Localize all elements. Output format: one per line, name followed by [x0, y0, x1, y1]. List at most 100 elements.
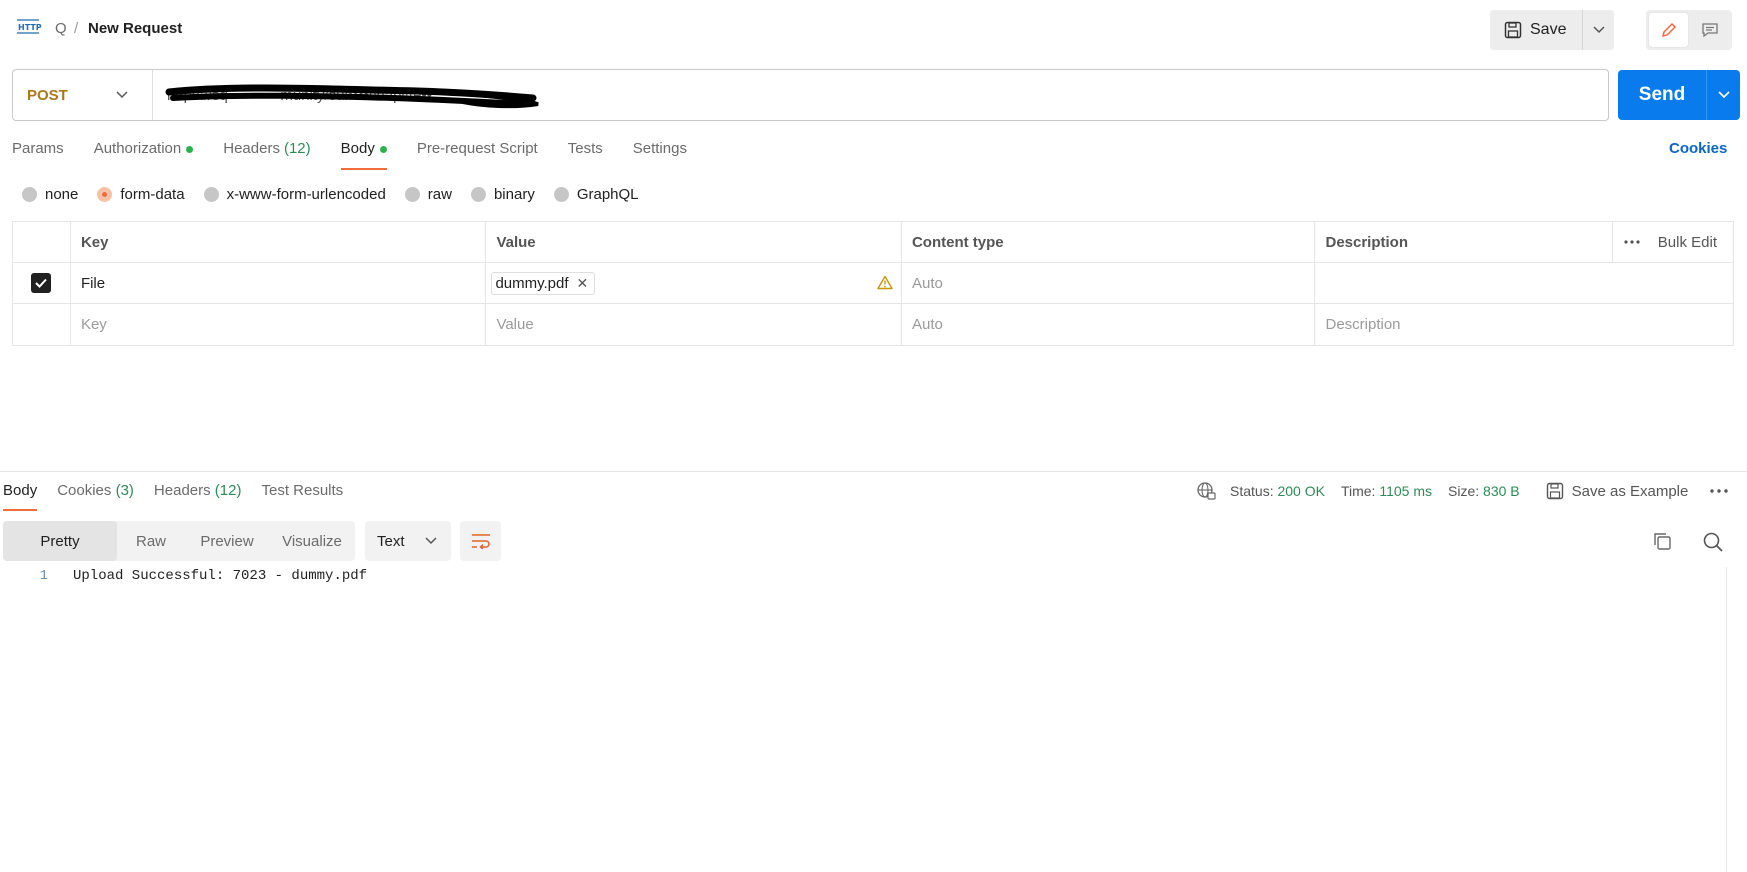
tab-label: Tests	[567, 140, 603, 157]
bulk-edit-button[interactable]: Bulk Edit	[1652, 234, 1733, 251]
key-field[interactable]: File	[71, 263, 487, 303]
cookies-link[interactable]: Cookies	[1669, 140, 1727, 157]
response-scrollbar[interactable]	[1726, 567, 1747, 872]
tab-count: (3)	[115, 482, 134, 499]
time-readout[interactable]: Time: 1105 ms	[1341, 483, 1432, 499]
chevron-down-icon	[1593, 26, 1605, 34]
row-checkbox[interactable]	[31, 273, 52, 293]
active-dot	[186, 146, 194, 153]
send-button-group: Send	[1618, 70, 1740, 120]
search-icon[interactable]	[1702, 531, 1724, 553]
description-field[interactable]	[1315, 263, 1733, 303]
format-label: Text	[377, 532, 405, 550]
view-tab-raw[interactable]: Raw	[117, 521, 185, 561]
comments-button[interactable]	[1690, 13, 1729, 47]
response-tab-headers[interactable]: Headers (12)	[154, 482, 242, 511]
globe-icon[interactable]	[1196, 481, 1216, 501]
content-type-field[interactable]: Auto	[902, 263, 1316, 303]
radio-form-data[interactable]: form-data	[97, 186, 185, 203]
send-button[interactable]: Send	[1618, 70, 1706, 120]
floppy-icon	[1546, 482, 1563, 500]
tab-body[interactable]: Body	[340, 140, 388, 170]
content-type-placeholder: Auto	[911, 316, 943, 333]
radio-button	[203, 187, 219, 202]
status-readout[interactable]: Status: 200 OK	[1230, 483, 1325, 499]
time-label: Time:	[1340, 483, 1376, 499]
table-header-row: Key Value Content type Description Bulk …	[13, 222, 1733, 263]
bulk-actions: Bulk Edit	[1611, 222, 1733, 262]
comment-icon	[1701, 23, 1718, 38]
status-value: 200 OK	[1277, 483, 1325, 499]
tab-authorization[interactable]: Authorization	[94, 140, 194, 170]
body-type-radios: none form-data x-www-form-urlencoded raw…	[22, 186, 658, 203]
value-field[interactable]: dummy.pdf ✕	[486, 263, 902, 303]
request-title[interactable]: New Request	[88, 20, 182, 37]
svg-text:HTTP: HTTP	[18, 23, 42, 32]
save-button-group: Save	[1490, 10, 1615, 50]
new-value-field[interactable]: Value	[486, 304, 902, 345]
view-tab-pretty[interactable]: Pretty	[3, 521, 117, 561]
edit-mode-button[interactable]	[1649, 13, 1688, 47]
tab-label: Test Results	[261, 482, 344, 499]
response-tabs: Body Cookies (3) Headers (12) Test Resul…	[3, 482, 363, 511]
response-tab-body[interactable]: Body	[3, 482, 38, 511]
tab-params[interactable]: Params	[12, 140, 64, 170]
remove-file-icon[interactable]: ✕	[577, 275, 589, 292]
tab-prerequest-script[interactable]: Pre-request Script	[417, 140, 538, 170]
file-name: dummy.pdf	[495, 274, 569, 292]
radio-button	[22, 187, 37, 202]
method-select[interactable]: POST	[13, 70, 153, 120]
tab-tests[interactable]: Tests	[568, 140, 603, 170]
new-content-type-field[interactable]: Auto	[902, 304, 1316, 345]
tab-label: Headers	[223, 140, 280, 157]
copy-icon[interactable]	[1652, 531, 1672, 551]
radio-raw[interactable]: raw	[404, 186, 452, 203]
save-button[interactable]: Save	[1490, 10, 1582, 50]
tab-label: Headers	[153, 482, 211, 499]
view-tab-preview[interactable]: Preview	[185, 521, 269, 561]
response-body-code[interactable]: 1 Upload Successful: 7023 - dummy.pdf	[0, 568, 367, 584]
response-divider[interactable]	[0, 471, 1747, 472]
save-example-label: Save as Example	[1571, 482, 1689, 500]
format-select[interactable]: Text	[365, 521, 451, 561]
wrap-lines-button[interactable]	[460, 521, 501, 561]
view-tab-visualize[interactable]: Visualize	[269, 521, 355, 561]
tab-count: (12)	[214, 482, 242, 499]
warning-icon[interactable]	[877, 275, 893, 290]
breadcrumb-workspace[interactable]: Q	[55, 20, 67, 37]
floppy-icon	[1504, 21, 1522, 39]
header-value: Value	[486, 222, 902, 262]
response-tab-cookies[interactable]: Cookies (3)	[57, 482, 134, 511]
radio-urlencoded[interactable]: x-www-form-urlencoded	[203, 186, 386, 203]
tab-settings[interactable]: Settings	[633, 140, 687, 170]
row-checkbox-cell	[13, 304, 71, 345]
radio-graphql[interactable]: GraphQL	[553, 186, 639, 203]
send-options-button[interactable]	[1706, 70, 1740, 120]
radio-button-selected	[97, 187, 113, 202]
check-icon	[35, 278, 48, 288]
size-readout[interactable]: Size: 830 B	[1448, 483, 1520, 499]
new-key-field[interactable]: Key	[71, 304, 487, 345]
ellipsis-icon	[1624, 240, 1640, 244]
ellipsis-icon[interactable]	[1710, 489, 1729, 493]
wrap-lines-icon	[471, 534, 490, 549]
radio-none[interactable]: none	[22, 186, 78, 203]
tab-headers[interactable]: Headers (12)	[223, 140, 310, 170]
new-description-field[interactable]: Description	[1315, 304, 1733, 345]
header-key: Key	[71, 222, 487, 262]
url-bar: POST https://sq••••••••••munity/sui••••c…	[12, 69, 1609, 121]
radio-label: GraphQL	[576, 186, 639, 203]
radio-button	[553, 187, 569, 202]
save-options-button[interactable]	[1582, 10, 1614, 50]
radio-label: none	[45, 186, 79, 203]
line-number: 1	[39, 568, 48, 584]
active-dot	[379, 146, 387, 153]
more-options-button[interactable]	[1611, 222, 1652, 262]
radio-binary[interactable]: binary	[470, 186, 535, 203]
response-tab-test-results[interactable]: Test Results	[261, 482, 343, 511]
key-placeholder: Key	[80, 316, 107, 333]
tab-label: Authorization	[93, 140, 182, 157]
tab-label: Body	[340, 140, 375, 157]
save-as-example-button[interactable]: Save as Example	[1546, 482, 1689, 500]
url-input[interactable]: https://sq••••••••••munity/sui••••chapi/…	[153, 70, 1608, 120]
